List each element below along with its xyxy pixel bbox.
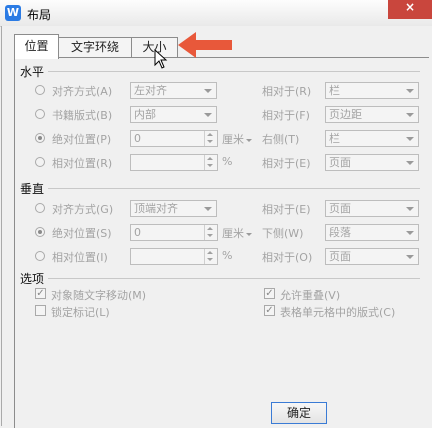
horizontal-section-title: 水平 xyxy=(20,65,45,79)
align-vertical-select[interactable]: 顶端对齐 xyxy=(130,200,217,217)
chevron-down-icon xyxy=(246,138,252,142)
below-select[interactable]: 段落 xyxy=(325,224,419,241)
book-layout-radio[interactable] xyxy=(35,109,45,119)
spin-up-icon[interactable] xyxy=(207,227,213,230)
align-vertical-relative-label: 相对于(E) xyxy=(262,203,311,216)
relative-position-vertical-label: 相对位置(I) xyxy=(52,251,108,264)
tab-position[interactable]: 位置 xyxy=(14,34,59,59)
book-layout-label: 书籍版式(B) xyxy=(52,109,113,122)
relative-vertical-relative-label: 相对于(O) xyxy=(262,251,313,264)
move-with-text-checkbox[interactable]: ✓ xyxy=(35,288,46,299)
absolute-position-vertical-input[interactable]: 0 xyxy=(130,224,218,241)
book-layout-relative-label: 相对于(F) xyxy=(262,109,310,122)
align-horizontal-relative-label: 相对于(R) xyxy=(262,85,312,98)
absolute-position-vertical-radio[interactable] xyxy=(35,227,45,237)
annotation-arrow-icon xyxy=(178,32,232,58)
align-vertical-label: 对齐方式(G) xyxy=(52,203,114,216)
chevron-down-icon xyxy=(406,255,414,259)
book-layout-relative-select[interactable]: 页边距 xyxy=(325,106,419,123)
spin-up-icon[interactable] xyxy=(207,133,213,136)
book-layout-select[interactable]: 内部 xyxy=(130,106,217,123)
allow-overlap-checkbox[interactable]: ✓ xyxy=(264,288,275,299)
percent-unit: % xyxy=(222,249,233,262)
chevron-down-icon xyxy=(406,161,414,165)
chevron-down-icon xyxy=(406,89,414,93)
ok-button[interactable]: 确定 xyxy=(271,402,327,424)
allow-overlap-label: 允许重叠(V) xyxy=(280,289,341,302)
align-horizontal-relative-select[interactable]: 栏 xyxy=(325,82,419,99)
align-horizontal-radio[interactable] xyxy=(35,85,45,95)
vertical-section-title: 垂直 xyxy=(20,182,45,196)
section-divider xyxy=(48,278,420,279)
spin-down-icon[interactable] xyxy=(207,140,213,143)
relative-vertical-relative-select[interactable]: 页面 xyxy=(325,248,419,265)
percent-unit: % xyxy=(222,155,233,168)
spin-down-icon[interactable] xyxy=(207,234,213,237)
align-horizontal-label: 对齐方式(A) xyxy=(52,85,113,98)
right-of-select[interactable]: 栏 xyxy=(325,130,419,147)
spin-up-icon[interactable] xyxy=(207,157,213,160)
relative-position-vertical-input[interactable] xyxy=(130,248,218,265)
lock-anchor-label: 锁定标记(L) xyxy=(51,306,110,319)
lock-anchor-checkbox[interactable] xyxy=(35,305,46,316)
align-vertical-relative-select[interactable]: 页面 xyxy=(325,200,419,217)
mouse-cursor-icon xyxy=(154,49,168,69)
align-vertical-radio[interactable] xyxy=(35,203,45,213)
absolute-position-vertical-label: 绝对位置(S) xyxy=(52,227,112,240)
relative-position-horizontal-radio[interactable] xyxy=(35,157,45,167)
chevron-down-icon xyxy=(406,207,414,211)
chevron-down-icon xyxy=(246,232,252,236)
relative-position-vertical-radio[interactable] xyxy=(35,251,45,261)
relative-horizontal-relative-select[interactable]: 页面 xyxy=(325,154,419,171)
chevron-down-icon xyxy=(204,89,212,93)
spin-down-icon[interactable] xyxy=(207,164,213,167)
relative-position-horizontal-input[interactable] xyxy=(130,154,218,171)
title-bar: W 布局 × xyxy=(0,0,432,27)
spin-up-icon[interactable] xyxy=(207,251,213,254)
layout-in-table-cell-checkbox[interactable]: ✓ xyxy=(264,305,275,316)
below-label: 下侧(W) xyxy=(262,227,304,240)
relative-horizontal-relative-label: 相对于(E) xyxy=(262,157,311,170)
absolute-position-horizontal-input[interactable]: 0 xyxy=(130,130,218,147)
unit-select[interactable]: 厘米 xyxy=(222,131,252,147)
move-with-text-label: 对象随文字移动(M) xyxy=(51,289,147,302)
absolute-position-horizontal-radio[interactable] xyxy=(35,133,45,143)
tab-text-wrapping[interactable]: 文字环绕 xyxy=(58,37,132,58)
right-of-label: 右侧(T) xyxy=(262,133,300,146)
options-section-title: 选项 xyxy=(20,272,45,286)
layout-in-table-cell-label: 表格单元格中的版式(C) xyxy=(280,306,396,319)
section-divider xyxy=(48,71,420,72)
close-button[interactable]: × xyxy=(388,0,432,19)
align-horizontal-select[interactable]: 左对齐 xyxy=(130,82,217,99)
relative-position-horizontal-label: 相对位置(R) xyxy=(52,157,113,170)
chevron-down-icon xyxy=(406,113,414,117)
absolute-position-horizontal-label: 绝对位置(P) xyxy=(52,133,112,146)
chevron-down-icon xyxy=(204,113,212,117)
wps-app-icon: W xyxy=(5,5,21,21)
chevron-down-icon xyxy=(406,137,414,141)
chevron-down-icon xyxy=(406,231,414,235)
window-title: 布局 xyxy=(27,8,52,22)
section-divider xyxy=(48,188,420,189)
spin-down-icon[interactable] xyxy=(207,258,213,261)
unit-select[interactable]: 厘米 xyxy=(222,225,252,241)
chevron-down-icon xyxy=(204,207,212,211)
